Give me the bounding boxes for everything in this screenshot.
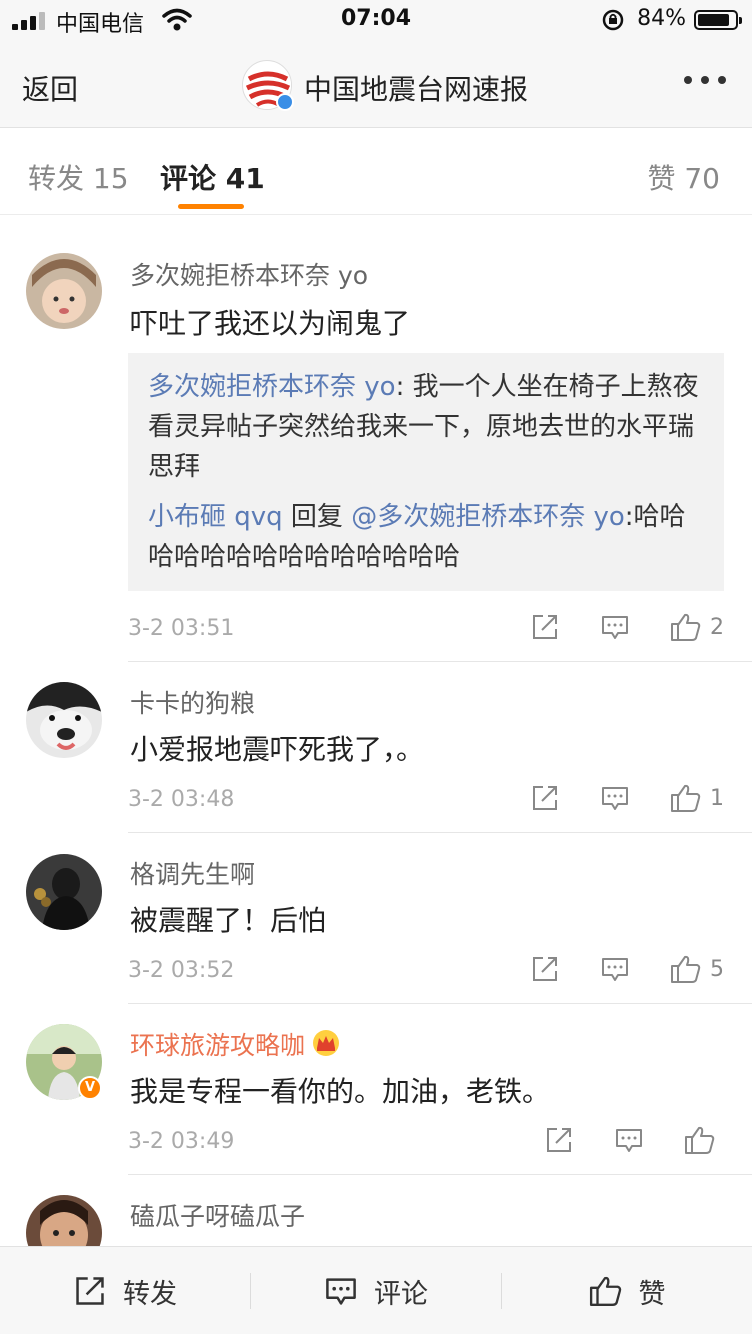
page-title: 中国地震台网速报 bbox=[304, 73, 529, 106]
comment-author[interactable]: 格调先生啊 bbox=[130, 855, 255, 891]
verified-badge-icon bbox=[276, 93, 294, 111]
comment-time: 3-2 03:51 bbox=[128, 616, 235, 641]
comment-text: 被震醒了！后怕 bbox=[130, 904, 327, 937]
thumbs-up-icon bbox=[671, 955, 701, 983]
comment-label: 评论 bbox=[374, 1278, 428, 1310]
tab-bar: 转发 15 评论 41 赞 70 bbox=[0, 129, 752, 215]
back-button[interactable]: 返回 bbox=[22, 68, 78, 108]
repost-label: 转发 bbox=[123, 1278, 177, 1310]
avatar[interactable] bbox=[26, 253, 102, 329]
author-name: 环球旅游攻略咖 bbox=[130, 1031, 306, 1060]
reply-icon[interactable] bbox=[614, 1125, 644, 1155]
like-count: 2 bbox=[710, 614, 724, 640]
reply-item: 小布砸 qvq 回复 @多次婉拒桥本环奈 yo:哈哈哈哈哈哈哈哈哈哈哈哈哈哈 bbox=[148, 497, 704, 577]
comment-author[interactable]: 卡卡的狗粮 bbox=[130, 684, 255, 720]
comment-button[interactable]: 评论 bbox=[251, 1247, 501, 1334]
comment-actions: 1 bbox=[490, 783, 724, 813]
reply-author[interactable]: 小布砸 qvq bbox=[148, 502, 283, 532]
like-button[interactable]: 5 bbox=[670, 954, 724, 984]
comment-list[interactable]: 多次婉拒桥本环奈 yo 吓吐了我还以为闹鬼了 多次婉拒桥本环奈 yo: 我一个人… bbox=[0, 216, 752, 1246]
comment-time: 3-2 03:48 bbox=[128, 787, 235, 812]
comment-author[interactable]: 磕瓜子呀磕瓜子 bbox=[130, 1197, 305, 1233]
comment-text: 我是专程一看你的。加油，老铁。 bbox=[130, 1075, 551, 1108]
thumbs-up-icon bbox=[671, 613, 701, 641]
more-icon[interactable] bbox=[684, 76, 726, 84]
comment-actions bbox=[504, 1125, 724, 1155]
thumbs-up-icon bbox=[685, 1126, 715, 1154]
share-icon bbox=[76, 1277, 104, 1305]
reply-mention[interactable]: @多次婉拒桥本环奈 yo bbox=[351, 502, 625, 532]
thumbs-up-icon bbox=[671, 784, 701, 812]
like-button[interactable]: 赞 bbox=[502, 1247, 752, 1334]
active-tab-indicator bbox=[178, 204, 244, 209]
comment-actions: 5 bbox=[490, 954, 724, 984]
share-icon[interactable] bbox=[544, 1125, 574, 1155]
reply-item: 多次婉拒桥本环奈 yo: 我一个人坐在椅子上熬夜看灵异帖子突然给我来一下，原地去… bbox=[148, 367, 704, 487]
reply-icon[interactable] bbox=[600, 783, 630, 813]
rotation-lock-icon bbox=[602, 9, 624, 31]
comment-item: V 环球旅游攻略咖 我是专程一看你的。加油，老铁。 3-2 03:49 bbox=[0, 1004, 752, 1175]
battery-icon bbox=[694, 10, 742, 30]
comment-author[interactable]: 多次婉拒桥本环奈 yo bbox=[130, 256, 368, 292]
thumbs-up-icon bbox=[589, 1276, 621, 1306]
comment-text: 小爱报地震吓死我了，。 bbox=[130, 733, 425, 766]
reply-icon[interactable] bbox=[600, 612, 630, 642]
battery-percent: 84% bbox=[637, 6, 686, 31]
reply-author[interactable]: 多次婉拒桥本环奈 yo bbox=[148, 372, 396, 402]
status-bar: 中国电信 07:04 84% bbox=[0, 0, 752, 40]
avatar[interactable] bbox=[26, 682, 102, 758]
comment-item: 磕瓜子呀磕瓜子 bbox=[0, 1175, 752, 1246]
reply-connector: 回复 bbox=[282, 502, 352, 532]
comment-item: 格调先生啊 被震醒了！后怕 3-2 03:52 5 bbox=[0, 833, 752, 1004]
comment-icon bbox=[326, 1278, 356, 1305]
crown-icon bbox=[313, 1030, 340, 1056]
verified-badge-icon: V bbox=[78, 1076, 102, 1100]
share-icon[interactable] bbox=[530, 954, 560, 984]
like-button[interactable]: 1 bbox=[670, 783, 724, 813]
like-button[interactable]: 2 bbox=[670, 612, 724, 642]
nav-bar: 返回 中国地震台网速报 bbox=[0, 40, 752, 128]
comment-author[interactable]: 环球旅游攻略咖 bbox=[130, 1026, 341, 1062]
repost-button[interactable]: 转发 bbox=[0, 1247, 250, 1334]
reply-thread[interactable]: 多次婉拒桥本环奈 yo: 我一个人坐在椅子上熬夜看灵异帖子突然给我来一下，原地去… bbox=[128, 353, 724, 591]
like-count: 1 bbox=[710, 785, 724, 811]
share-icon[interactable] bbox=[530, 783, 560, 813]
reply-icon[interactable] bbox=[600, 954, 630, 984]
comment-item: 卡卡的狗粮 小爱报地震吓死我了，。 3-2 03:48 1 bbox=[0, 662, 752, 833]
comment-text: 吓吐了我还以为闹鬼了 bbox=[130, 307, 411, 340]
comment-time: 3-2 03:52 bbox=[128, 958, 235, 983]
share-icon[interactable] bbox=[530, 612, 560, 642]
like-label: 赞 bbox=[638, 1278, 666, 1310]
comment-time: 3-2 03:49 bbox=[128, 1129, 235, 1154]
bottom-action-bar: 转发 评论 赞 bbox=[0, 1246, 752, 1334]
tab-repost[interactable]: 转发 15 bbox=[28, 157, 129, 197]
comment-item: 多次婉拒桥本环奈 yo 吓吐了我还以为闹鬼了 多次婉拒桥本环奈 yo: 我一个人… bbox=[0, 216, 752, 662]
avatar[interactable] bbox=[26, 1195, 102, 1246]
avatar[interactable] bbox=[26, 854, 102, 930]
like-button[interactable] bbox=[684, 1125, 724, 1155]
like-count: 5 bbox=[710, 956, 724, 982]
comment-actions: 2 bbox=[490, 612, 724, 642]
tab-like[interactable]: 赞 70 bbox=[647, 157, 720, 197]
